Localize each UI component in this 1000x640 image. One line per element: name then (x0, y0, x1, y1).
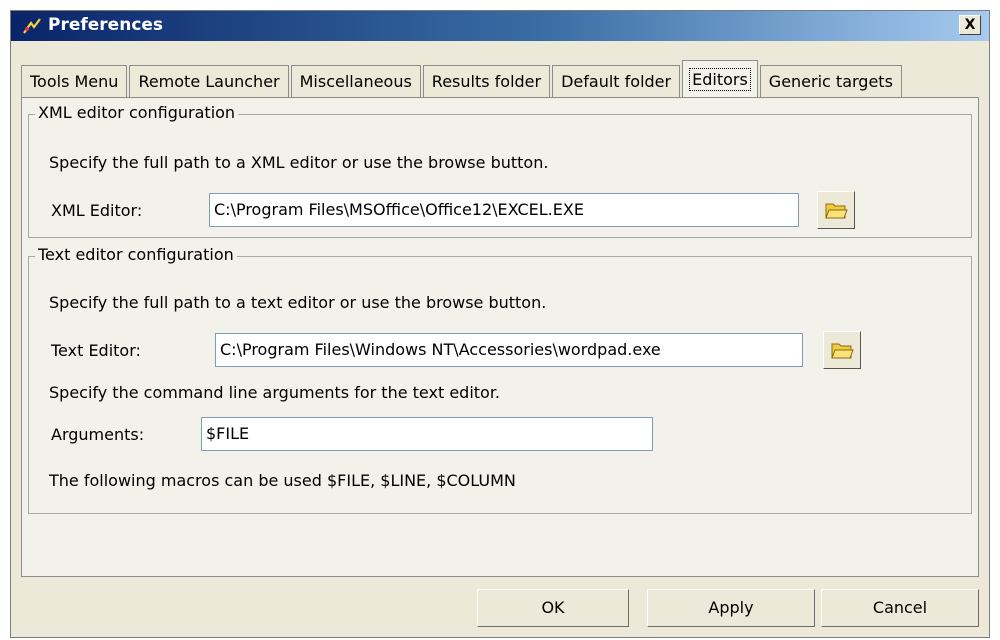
text-browse-button[interactable] (823, 331, 861, 369)
xml-editor-path-input[interactable]: C:\Program Files\MSOffice\Office12\EXCEL… (209, 193, 799, 227)
window-title: Preferences (48, 15, 164, 35)
args-instruction: Specify the command line arguments for t… (49, 383, 501, 402)
tab-tools-menu[interactable]: Tools Menu (21, 65, 128, 97)
folder-open-icon (825, 203, 848, 219)
xml-editor-group: XML editor configuration Specify the ful… (28, 103, 972, 238)
apply-button[interactable]: Apply (647, 589, 815, 627)
xml-group-title: XML editor configuration (35, 103, 239, 122)
macros-note: The following macros can be used $FILE, … (49, 471, 516, 490)
tab-remote-launcher[interactable]: Remote Launcher (129, 65, 289, 97)
title-bar[interactable]: Preferences X (11, 11, 989, 41)
text-group-title: Text editor configuration (35, 245, 237, 264)
tab-strip: Tools Menu Remote Launcher Miscellaneous… (21, 59, 904, 98)
text-instruction: Specify the full path to a text editor o… (49, 293, 547, 312)
text-editor-path-input[interactable]: C:\Program Files\Windows NT\Accessories\… (215, 333, 803, 367)
ok-button[interactable]: OK (477, 589, 629, 627)
close-button[interactable]: X (959, 15, 981, 35)
tab-results-folder[interactable]: Results folder (422, 65, 551, 97)
editors-panel: XML editor configuration Specify the ful… (21, 97, 979, 577)
tab-default-folder[interactable]: Default folder (552, 65, 681, 97)
xml-editor-label: XML Editor: (51, 201, 143, 220)
app-logo-icon (23, 18, 41, 34)
arguments-input[interactable]: $FILE (201, 417, 653, 451)
cancel-button[interactable]: Cancel (821, 589, 979, 627)
tab-generic-targets[interactable]: Generic targets (759, 65, 902, 97)
text-editor-group: Text editor configuration Specify the fu… (28, 245, 972, 514)
xml-browse-button[interactable] (817, 191, 855, 229)
tab-editors[interactable]: Editors (682, 60, 758, 98)
xml-instruction: Specify the full path to a XML editor or… (49, 153, 549, 172)
close-icon: X (964, 17, 976, 33)
arguments-label: Arguments: (51, 425, 145, 444)
folder-open-icon (831, 343, 854, 359)
text-editor-label: Text Editor: (51, 341, 141, 360)
preferences-window: Preferences X Tools Menu Remote Launcher… (10, 10, 990, 638)
tab-miscellaneous[interactable]: Miscellaneous (290, 65, 421, 97)
